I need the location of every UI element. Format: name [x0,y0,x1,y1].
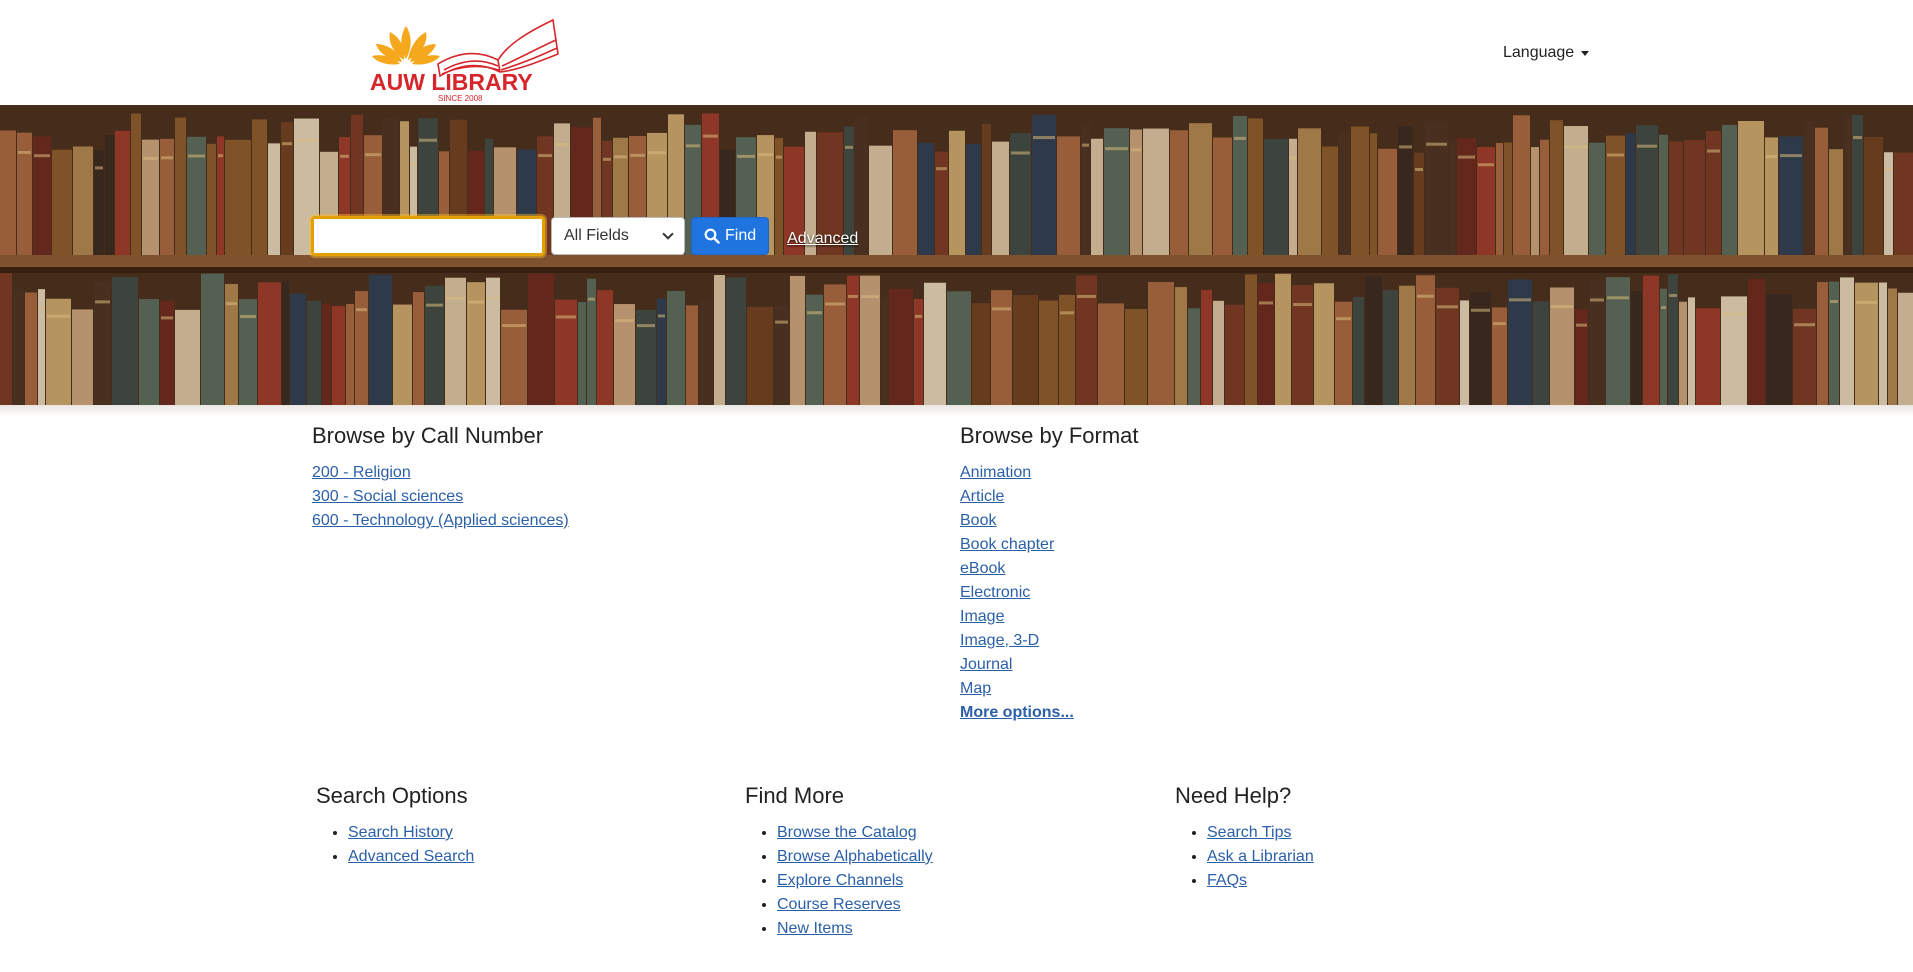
list-item: Advanced Search [348,845,474,869]
faqs-link[interactable]: FAQs [1207,872,1247,889]
search-field-select[interactable]: All Fields [551,217,685,255]
search-bar: All Fields Find Advanced [311,216,858,256]
format-list: Animation Article Book Book chapter eBoo… [960,461,1074,725]
list-item: 200 - Religion [312,461,569,485]
list-item: Book chapter [960,533,1074,557]
list-item: More options... [960,701,1074,725]
list-item: Journal [960,653,1074,677]
list-item: Electronic [960,581,1074,605]
list-item: Animation [960,461,1074,485]
list-item: Book [960,509,1074,533]
call-number-list: 200 - Religion 300 - Social sciences 600… [312,461,569,533]
advanced-search-link[interactable]: Advanced [787,230,858,248]
advanced-search-footer-link[interactable]: Advanced Search [348,848,474,865]
list-item: Image, 3-D [960,629,1074,653]
list-item: 300 - Social sciences [312,485,569,509]
logo-tagline: SINCE 2008 [438,94,483,102]
search-history-link[interactable]: Search History [348,824,453,841]
find-button-label: Find [725,227,757,244]
site-header: AUW LIBRARY SINCE 2008 Language [0,0,1913,105]
format-link[interactable]: Image [960,608,1004,625]
new-items-link[interactable]: New Items [777,920,853,937]
browse-format-title: Browse by Format [960,423,1139,448]
hero-shadow [0,405,1913,417]
format-link[interactable]: Electronic [960,584,1030,601]
magnifier-icon [704,228,720,244]
list-item: Course Reserves [777,893,933,917]
find-more-list: Browse the Catalog Browse Alphabetically… [745,821,933,941]
list-item: Image [960,605,1074,629]
hero-bookshelf-banner [0,105,1913,405]
chevron-down-icon [662,228,674,240]
list-item: Browse Alphabetically [777,845,933,869]
list-item: Map [960,677,1074,701]
format-link[interactable]: Article [960,488,1004,505]
format-link[interactable]: Image, 3-D [960,632,1039,649]
search-field-selected: All Fields [564,227,629,244]
explore-channels-link[interactable]: Explore Channels [777,872,903,889]
list-item: New Items [777,917,933,941]
ask-librarian-link[interactable]: Ask a Librarian [1207,848,1314,865]
bookshelf-image [0,105,1913,405]
logo-wordmark: AUW LIBRARY [370,69,533,95]
format-link[interactable]: Animation [960,464,1031,481]
list-item: Explore Channels [777,869,933,893]
browse-call-number-title: Browse by Call Number [312,423,544,448]
list-item: Ask a Librarian [1207,845,1314,869]
call-number-link[interactable]: 300 - Social sciences [312,488,463,505]
format-link[interactable]: eBook [960,560,1005,577]
call-number-link[interactable]: 600 - Technology (Applied sciences) [312,512,569,529]
format-link[interactable]: Book chapter [960,536,1054,553]
course-reserves-link[interactable]: Course Reserves [777,896,901,913]
call-number-link[interactable]: 200 - Religion [312,464,411,481]
caret-down-icon [1581,50,1590,56]
browse-catalog-link[interactable]: Browse the Catalog [777,824,917,841]
search-options-title: Search Options [316,783,468,808]
list-item: Browse the Catalog [777,821,933,845]
list-item: Search History [348,821,474,845]
search-options-list: Search History Advanced Search [316,821,474,869]
find-more-title: Find More [745,783,845,808]
list-item: 600 - Technology (Applied sciences) [312,509,569,533]
find-button[interactable]: Find [691,217,770,255]
format-link[interactable]: Journal [960,656,1012,673]
list-item: eBook [960,557,1074,581]
search-tips-link[interactable]: Search Tips [1207,824,1291,841]
list-item: Search Tips [1207,821,1314,845]
list-item: FAQs [1207,869,1314,893]
format-link[interactable]: Book [960,512,996,529]
search-input[interactable] [311,216,545,256]
lotus-book-logo-icon: AUW LIBRARY SINCE 2008 [370,18,559,103]
need-help-list: Search Tips Ask a Librarian FAQs [1175,821,1314,893]
language-label: Language [1503,44,1575,61]
browse-alphabetically-link[interactable]: Browse Alphabetically [777,848,933,865]
format-link[interactable]: Map [960,680,991,697]
list-item: Article [960,485,1074,509]
more-formats-link[interactable]: More options... [960,704,1074,721]
language-dropdown[interactable]: Language [1503,44,1590,62]
library-logo[interactable]: AUW LIBRARY SINCE 2008 [368,14,563,103]
need-help-title: Need Help? [1175,783,1292,808]
